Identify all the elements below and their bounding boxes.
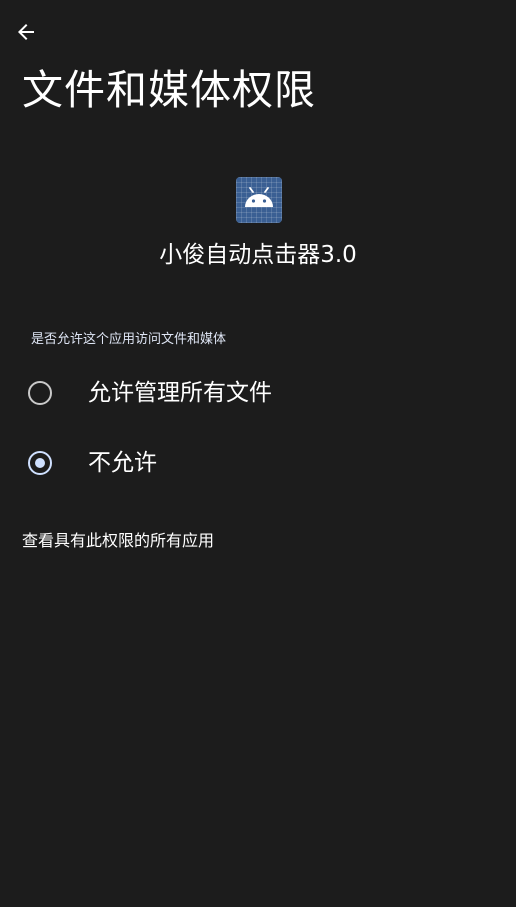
app-name: 小俊自动点击器3.0 bbox=[159, 242, 357, 268]
view-all-apps-link[interactable]: 查看具有此权限的所有应用 bbox=[22, 528, 214, 554]
android-icon bbox=[245, 187, 273, 207]
section-label: 是否允许这个应用访问文件和媒体 bbox=[31, 332, 227, 347]
radio-button-checked[interactable] bbox=[28, 451, 52, 475]
option-allow-all-files[interactable]: 允许管理所有文件 bbox=[0, 363, 516, 423]
option-deny[interactable]: 不允许 bbox=[0, 433, 516, 493]
option-label: 不允许 bbox=[88, 450, 157, 476]
app-icon bbox=[236, 177, 282, 223]
radio-dot bbox=[35, 458, 45, 468]
radio-button-unchecked[interactable] bbox=[28, 381, 52, 405]
arrow-back-icon bbox=[14, 20, 38, 48]
option-label: 允许管理所有文件 bbox=[88, 380, 272, 406]
page-title: 文件和媒体权限 bbox=[22, 66, 316, 114]
back-button[interactable] bbox=[8, 16, 44, 52]
